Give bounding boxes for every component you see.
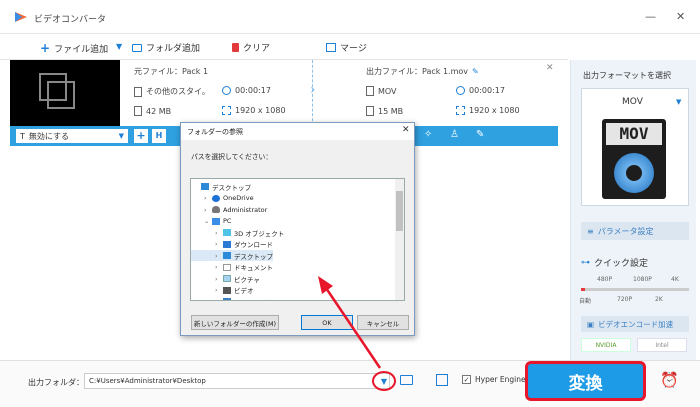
annotation-arrow <box>318 276 382 369</box>
